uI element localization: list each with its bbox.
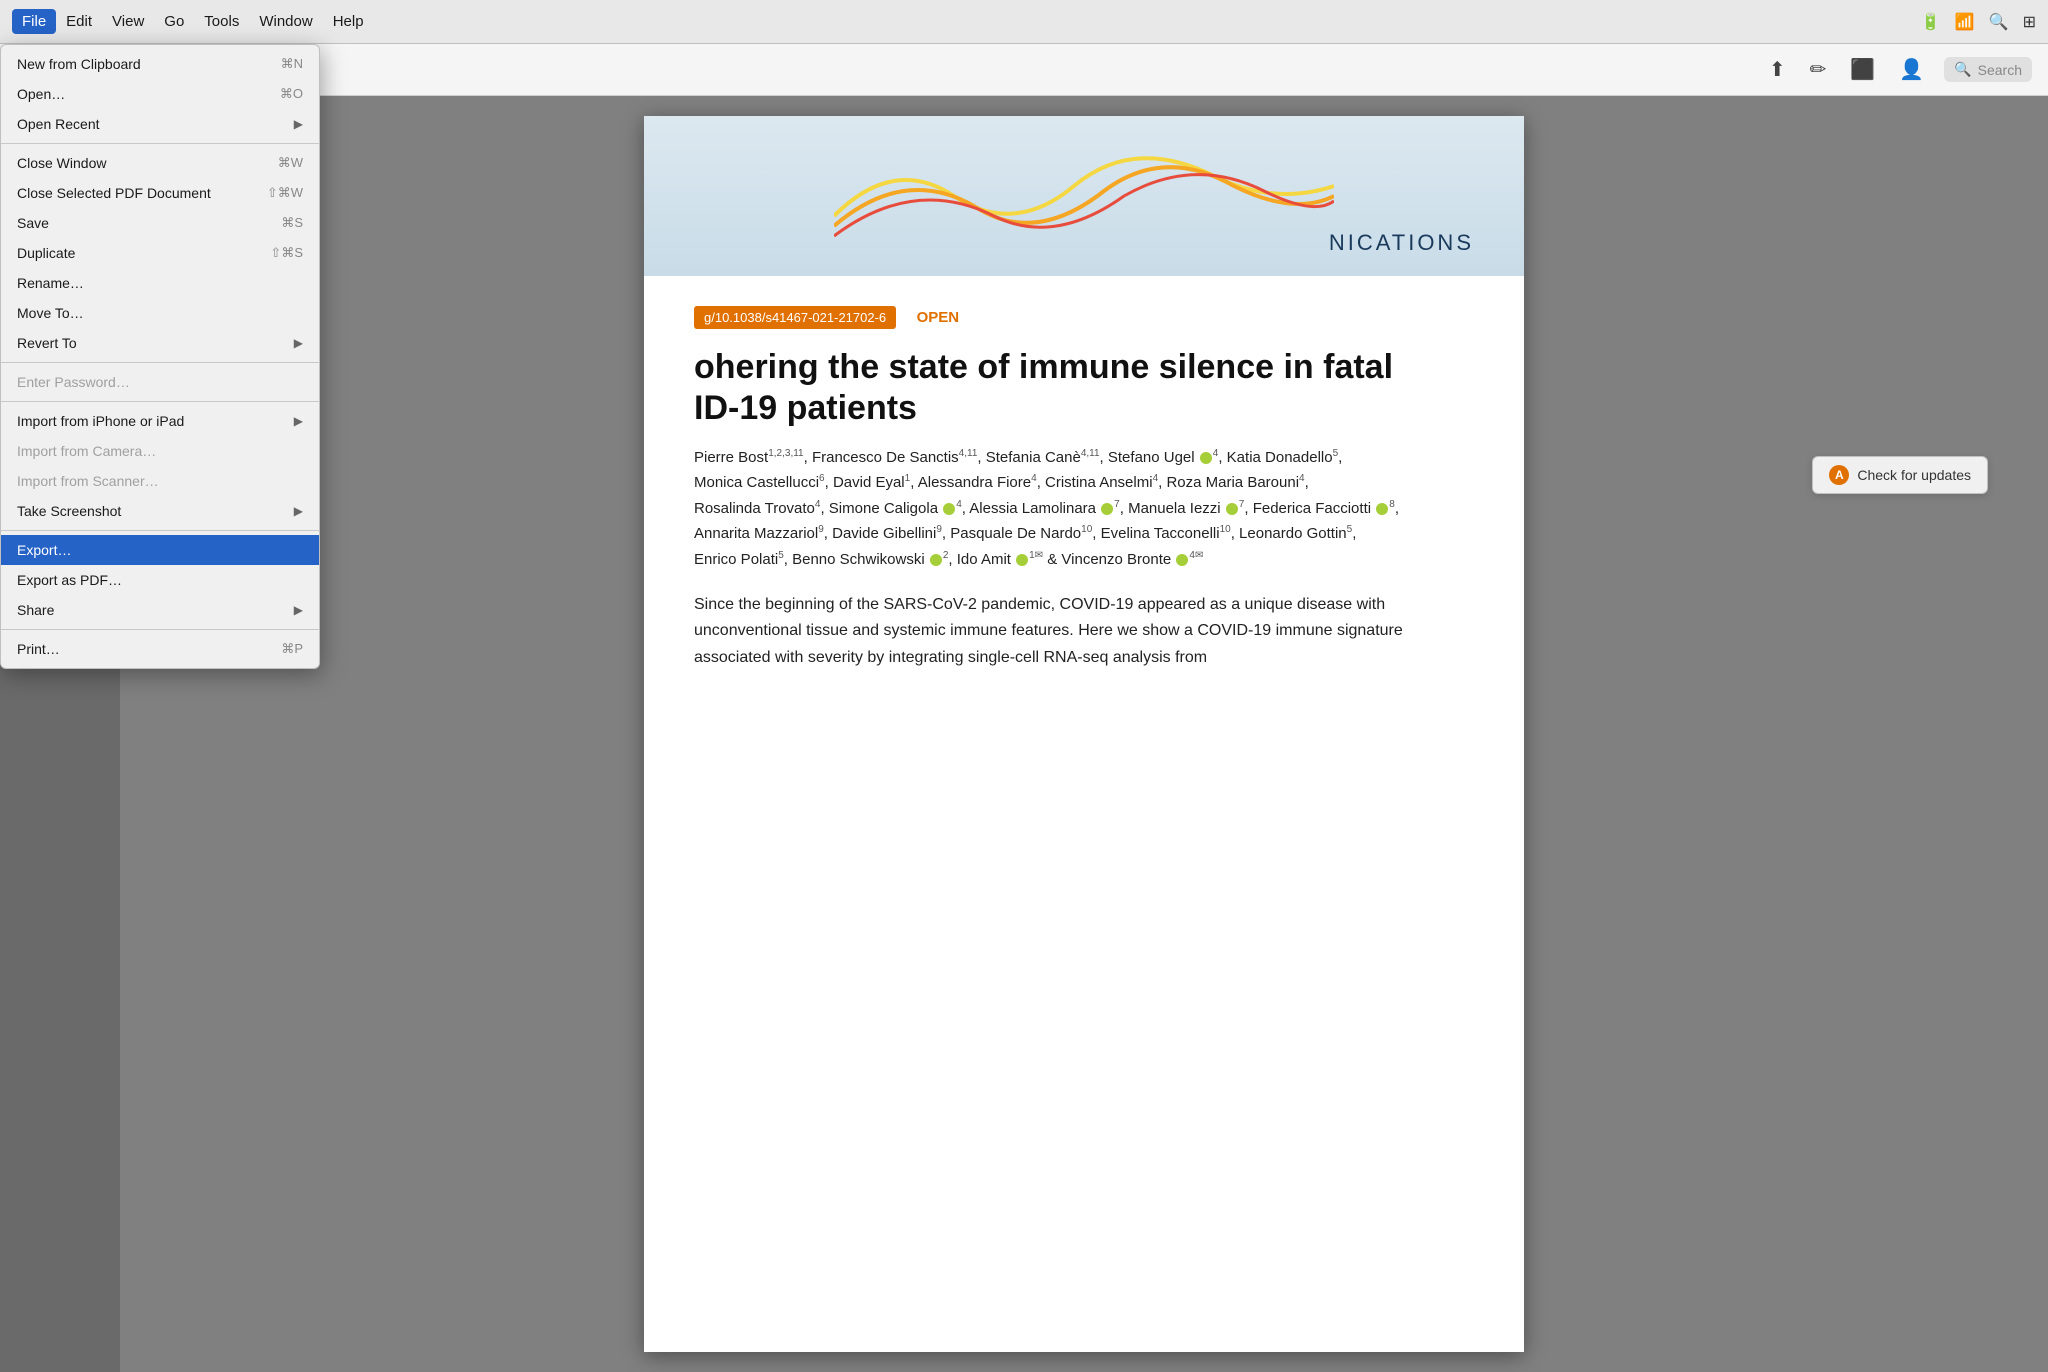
menu-new-clipboard[interactable]: New from Clipboard ⌘N [1, 49, 319, 79]
menu-enter-password: Enter Password… [1, 367, 319, 397]
journal-waves-svg [834, 136, 1334, 256]
authors-list: Pierre Bost1,2,3,11, Francesco De Sancti… [694, 445, 1474, 573]
menu-take-screenshot[interactable]: Take Screenshot ▶ [1, 496, 319, 526]
menu-share[interactable]: Share ▶ [1, 595, 319, 625]
battery-icon: 🔋 [1921, 12, 1941, 32]
paper-title: ohering the state of immune silence in f… [694, 347, 1474, 429]
contact-button[interactable]: 👤 [1895, 53, 1928, 86]
pdf-body: g/10.1038/s41467-021-21702-6 OPEN oherin… [644, 276, 1524, 701]
menubar-right: 🔋 📶 🔍 ⊞ [1921, 12, 2036, 32]
menu-move-to[interactable]: Move To… [1, 298, 319, 328]
pdf-area: A Check for updates NICATIONS [120, 96, 2048, 1372]
update-icon: A [1829, 465, 1849, 485]
menu-file[interactable]: File [12, 9, 56, 34]
check-updates-button[interactable]: A Check for updates [1812, 456, 1988, 494]
divider-5 [1, 629, 319, 630]
share-button[interactable]: ⬆ [1765, 53, 1790, 86]
doi-badge: g/10.1038/s41467-021-21702-6 [694, 306, 896, 329]
menubar: File Edit View Go Tools Window Help 🔋 📶 … [0, 0, 2048, 44]
check-updates-label: Check for updates [1857, 467, 1971, 483]
menu-close-window[interactable]: Close Window ⌘W [1, 148, 319, 178]
menu-go[interactable]: Go [154, 9, 194, 34]
control-icon[interactable]: ⊞ [2023, 12, 2036, 32]
divider-1 [1, 143, 319, 144]
divider-4 [1, 530, 319, 531]
markup-button[interactable]: ✏ [1806, 53, 1831, 86]
journal-name: NICATIONS [1329, 230, 1474, 256]
pdf-page: NICATIONS g/10.1038/s41467-021-21702-6 O… [644, 116, 1524, 1352]
file-dropdown-menu: New from Clipboard ⌘N Open… ⌘O Open Rece… [0, 44, 320, 669]
menu-duplicate[interactable]: Duplicate ⇧⌘S [1, 238, 319, 268]
wifi-icon: 📶 [1955, 12, 1975, 32]
search-box[interactable]: 🔍 Search [1944, 57, 2032, 82]
menu-edit[interactable]: Edit [56, 9, 102, 34]
menu-help[interactable]: Help [323, 9, 374, 34]
menu-view[interactable]: View [102, 9, 154, 34]
search-placeholder: Search [1978, 62, 2022, 78]
menu-import-scanner: Import from Scanner… [1, 466, 319, 496]
pdf-header: NICATIONS [644, 116, 1524, 276]
menu-export[interactable]: Export… [1, 535, 319, 565]
menu-tools[interactable]: Tools [194, 9, 249, 34]
menu-save[interactable]: Save ⌘S [1, 208, 319, 238]
menu-window[interactable]: Window [249, 9, 322, 34]
sidebar-button[interactable]: ⬛ [1846, 53, 1879, 86]
menu-open[interactable]: Open… ⌘O [1, 79, 319, 109]
menu-export-pdf[interactable]: Export as PDF… [1, 565, 319, 595]
menu-rename[interactable]: Rename… [1, 268, 319, 298]
menu-close-pdf[interactable]: Close Selected PDF Document ⇧⌘W [1, 178, 319, 208]
menu-revert-to[interactable]: Revert To ▶ [1, 328, 319, 358]
abstract-text: Since the beginning of the SARS-CoV-2 pa… [694, 592, 1474, 671]
divider-2 [1, 362, 319, 363]
menu-import-camera: Import from Camera… [1, 436, 319, 466]
article-meta: g/10.1038/s41467-021-21702-6 OPEN [694, 306, 1474, 329]
menu-print[interactable]: Print… ⌘P [1, 634, 319, 664]
divider-3 [1, 401, 319, 402]
search-icon: 🔍 [1954, 61, 1971, 78]
search-icon[interactable]: 🔍 [1989, 12, 2009, 32]
menu-open-recent[interactable]: Open Recent ▶ [1, 109, 319, 139]
open-badge: OPEN [917, 309, 960, 326]
menu-import-iphone[interactable]: Import from iPhone or iPad ▶ [1, 406, 319, 436]
